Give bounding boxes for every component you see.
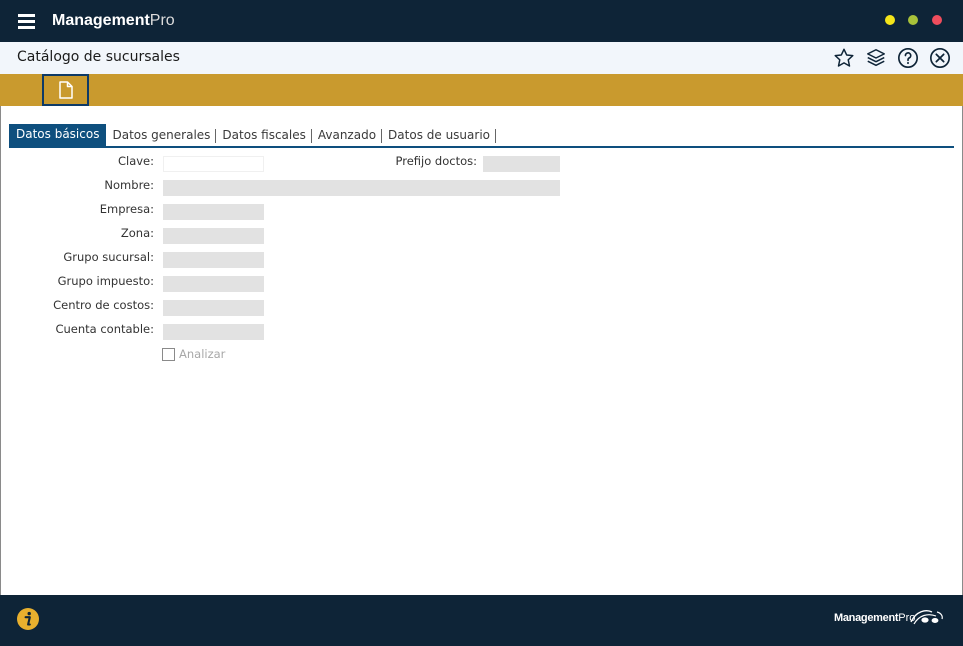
app-logo: ManagementPro [52,12,175,30]
empresa-label: Empresa: [99,202,154,216]
maximize-button[interactable] [908,15,918,25]
tab-datos-generales[interactable]: Datos generales [106,125,217,146]
info-icon[interactable] [17,608,39,630]
zona-field[interactable] [163,228,264,244]
title-actions [833,47,951,69]
nombre-label: Nombre: [104,178,154,192]
tab-datos-de-usuario[interactable]: Datos de usuario [382,125,496,146]
clave-label: Clave: [117,154,154,168]
empresa-field[interactable] [163,204,264,220]
page-title: Catálogo de sucursales [17,49,180,65]
close-icon[interactable] [929,47,951,69]
new-document-button[interactable] [42,74,89,106]
footer-brand-bold: Management [834,612,899,624]
grupo-sucursal-field[interactable] [163,252,264,268]
grupo-sucursal-label: Grupo sucursal: [63,250,154,264]
brand-light: Pro [149,12,175,29]
layers-icon[interactable] [865,47,887,69]
cuenta-contable-field[interactable] [163,324,264,340]
clave-field[interactable] [163,156,264,172]
page-titlebar: Catálogo de sucursales [0,42,963,74]
app-header: ManagementPro [0,0,963,42]
zona-label: Zona: [120,226,154,240]
tab-bar: Datos básicos Datos generales Datos fisc… [9,122,954,148]
analizar-label: Analizar [179,347,226,361]
action-toolbar [0,74,963,106]
grupo-impuesto-label: Grupo impuesto: [57,274,154,288]
centro-costos-field[interactable] [163,300,264,316]
brand-bold: Management [52,12,150,29]
centro-costos-label: Centro de costos: [53,298,154,312]
prefijo-doctos-label: Prefijo doctos: [395,154,477,168]
tab-avanzado[interactable]: Avanzado [312,125,383,146]
grupo-impuesto-field[interactable] [163,276,264,292]
help-icon[interactable] [897,47,919,69]
document-icon [58,81,73,99]
prefijo-doctos-field[interactable] [483,156,560,172]
minimize-button[interactable] [885,15,895,25]
tab-datos-fiscales[interactable]: Datos fiscales [216,125,313,146]
tab-datos-basicos[interactable]: Datos básicos [9,124,107,146]
close-window-button[interactable] [932,15,942,25]
nombre-field[interactable] [163,180,560,196]
footer-logo-text: ManagementPro [834,612,915,624]
app-footer: ManagementPro [0,595,963,646]
brand-mark-icon [910,610,943,625]
star-icon[interactable] [833,47,855,69]
hamburger-menu-icon[interactable] [18,14,35,29]
cuenta-contable-label: Cuenta contable: [55,322,154,336]
analizar-checkbox[interactable] [162,348,175,361]
